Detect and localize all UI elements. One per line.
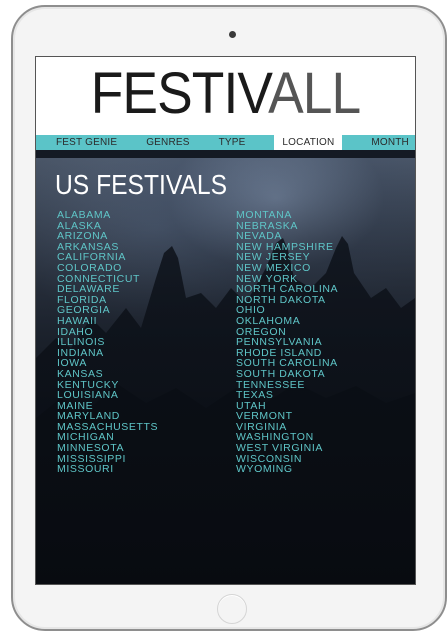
state-link-alabama[interactable]: ALABAMA <box>57 210 158 221</box>
main-nav: FEST GENIE GENRES TYPE LOCATION MONTH <box>36 135 415 150</box>
nav-genres[interactable]: GENRES <box>146 135 189 150</box>
state-link-kansas[interactable]: KANSAS <box>57 369 158 380</box>
app-header: FESTIVALL <box>36 57 415 135</box>
state-link-montana[interactable]: MONTANA <box>236 210 338 221</box>
state-link-wyoming[interactable]: WYOMING <box>236 464 338 475</box>
logo-part-all: ALL <box>268 61 361 126</box>
state-link-hawaii[interactable]: HAWAII <box>57 316 158 327</box>
nav-type[interactable]: TYPE <box>219 135 246 150</box>
state-link-new-mexico[interactable]: NEW MEXICO <box>236 263 338 274</box>
home-button[interactable] <box>217 594 247 624</box>
app-screen: FESTIVALL FEST GENIE GENRES TYPE LOCATIO… <box>35 56 416 585</box>
state-link-oklahoma[interactable]: OKLAHOMA <box>236 316 338 327</box>
state-link-colorado[interactable]: COLORADO <box>57 263 158 274</box>
nav-location[interactable]: LOCATION <box>274 135 343 150</box>
state-link-missouri[interactable]: MISSOURI <box>57 464 158 475</box>
nav-month[interactable]: MONTH <box>371 135 409 150</box>
states-list-left: ALABAMA ALASKA ARIZONA ARKANSAS CALIFORNIA CO… <box>57 210 158 475</box>
page-title: US FESTIVALS <box>55 169 228 200</box>
app-logo[interactable]: FESTIVALL <box>51 61 400 127</box>
camera-icon <box>229 31 236 38</box>
states-list-right: MONTANA NEBRASKA NEVADA NEW HAMPSHIRE NEW JE… <box>236 210 338 475</box>
nav-fest-genie[interactable]: FEST GENIE <box>56 135 117 150</box>
state-link-south-dakota[interactable]: SOUTH DAKOTA <box>236 369 338 380</box>
logo-part-festiv: FESTIV <box>90 61 269 126</box>
